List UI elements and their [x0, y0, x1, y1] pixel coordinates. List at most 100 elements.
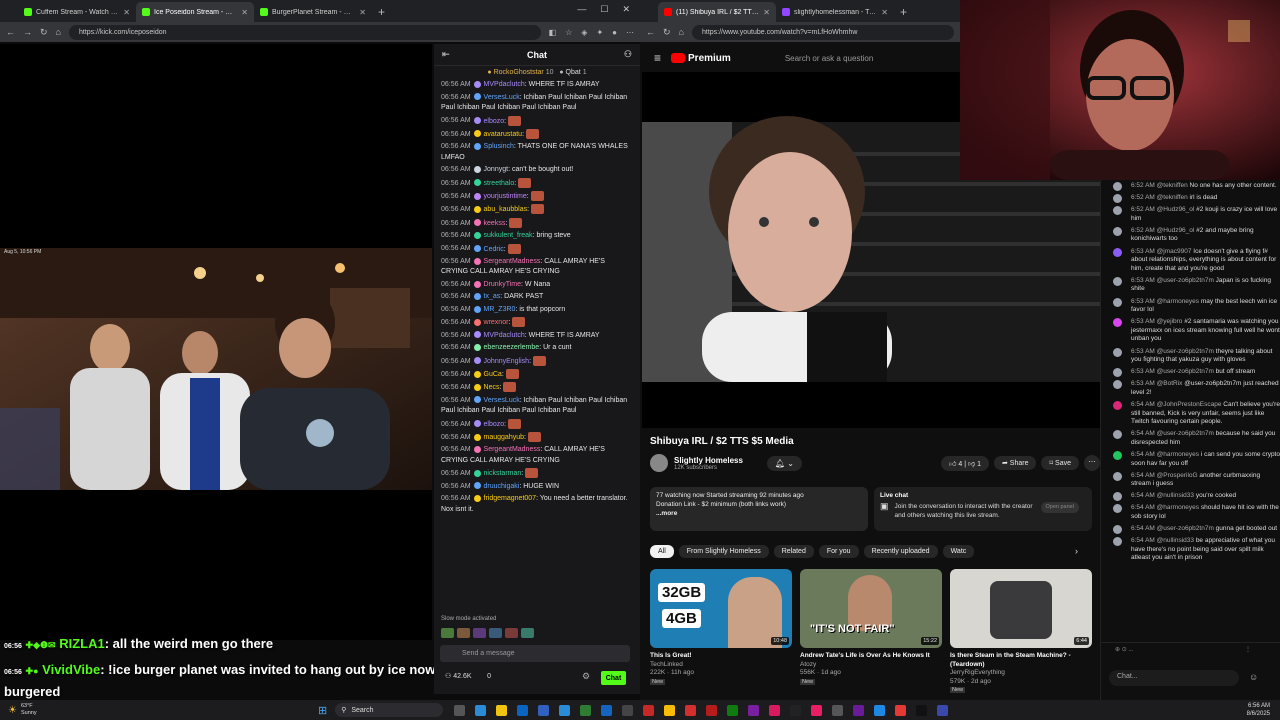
message-username[interactable]: VersesLuck: [484, 397, 520, 404]
video-player[interactable]: Aug 5, 10:56 PM: [0, 248, 432, 490]
xbox-icon[interactable]: [727, 704, 739, 716]
live-chat-author[interactable]: @jmac9907: [1157, 248, 1192, 255]
message-username[interactable]: druuchigaki: [484, 483, 520, 490]
tab-cuffem[interactable]: Cuffem Stream - Watch Live on Ki✕: [18, 2, 136, 22]
live-chat-author[interactable]: @tekniffen: [1157, 182, 1188, 189]
app-icon[interactable]: [853, 704, 865, 716]
open-panel-button[interactable]: Open panel: [1040, 502, 1079, 513]
tab-burgerplanet[interactable]: BurgerPlanet Stream - Watch ✕: [254, 2, 372, 22]
dislike-icon[interactable]: 👎︎: [968, 461, 975, 468]
tab-youtube[interactable]: (11) Shibuya IRL / $2 TTS $5 M✕: [658, 2, 776, 22]
message-username[interactable]: JohnnyEnglish: [484, 358, 530, 365]
home-icon[interactable]: ⌂: [56, 27, 61, 37]
message-username[interactable]: fridgemagnet007: [484, 495, 537, 502]
emote-icon[interactable]: [473, 628, 486, 638]
youtube-logo[interactable]: Premium: [671, 53, 731, 64]
message-username[interactable]: Necs: [484, 384, 500, 391]
app-icon[interactable]: [874, 704, 886, 716]
more-actions-icon[interactable]: ⋯: [1084, 455, 1100, 471]
app-icon[interactable]: [937, 704, 949, 716]
mail-icon[interactable]: [538, 704, 550, 716]
chip-recently-uploaded[interactable]: Recently uploaded: [863, 545, 938, 558]
message-username[interactable]: elbozo: [484, 421, 505, 428]
message-username[interactable]: mauggahyub: [484, 434, 524, 441]
app-icon[interactable]: [895, 704, 907, 716]
file-explorer-icon[interactable]: [496, 704, 508, 716]
right-url-field[interactable]: https://www.youtube.com/watch?v=mLfHoWhm…: [691, 24, 954, 40]
menu-icon[interactable]: ⋯: [626, 28, 634, 37]
live-chat-author[interactable]: @harmoneyes: [1157, 451, 1199, 458]
live-chat-input[interactable]: Chat...: [1109, 670, 1239, 686]
browser-icon[interactable]: [559, 704, 571, 716]
live-chat-author[interactable]: @nullinsid33: [1157, 492, 1194, 499]
maximize-icon[interactable]: ☐: [600, 4, 608, 16]
message-username[interactable]: sukkulent_freak: [484, 232, 533, 239]
taskbar-search[interactable]: ⚲ Search: [335, 703, 444, 717]
emote-icon[interactable]: [441, 628, 454, 638]
tab-twitch[interactable]: slightlyhomelessman - Twitch ✕: [776, 2, 894, 22]
emote-icon[interactable]: [505, 628, 518, 638]
live-chat-author[interactable]: @user-zo6pb2tn7m: [1157, 348, 1214, 355]
chip-next-icon[interactable]: ›: [1075, 546, 1078, 556]
more-link[interactable]: ...more: [656, 509, 862, 518]
forward-icon[interactable]: →: [23, 27, 32, 37]
app-icon[interactable]: [832, 704, 844, 716]
message-username[interactable]: keekss: [484, 220, 506, 227]
collapse-chat-icon[interactable]: ⇤: [442, 49, 450, 60]
live-chat-author[interactable]: @JohnPrestonEscape: [1157, 401, 1222, 408]
back-icon[interactable]: ←: [646, 27, 655, 37]
shield-icon[interactable]: ◈: [581, 28, 587, 37]
message-username[interactable]: wrexnor: [484, 319, 509, 326]
app-icon[interactable]: [811, 704, 823, 716]
message-username[interactable]: streethalo: [484, 180, 515, 187]
message-username[interactable]: SergeantMadness: [484, 446, 541, 453]
star-icon[interactable]: ☆: [565, 28, 572, 37]
minimize-icon[interactable]: —: [577, 4, 586, 16]
app-icon[interactable]: [748, 704, 760, 716]
chat-menu-icon[interactable]: ⋮: [1245, 646, 1251, 653]
windows-start-icon[interactable]: ⊞: [318, 704, 327, 717]
close-tab-icon[interactable]: ✕: [881, 8, 888, 17]
extensions-icon[interactable]: ◧: [549, 28, 557, 37]
message-username[interactable]: Splusinch: [484, 143, 514, 150]
chip-related[interactable]: Related: [773, 545, 814, 558]
message-username[interactable]: DrunkyTime: [484, 281, 521, 288]
close-tab-icon[interactable]: ✕: [359, 8, 366, 17]
app-icon[interactable]: [769, 704, 781, 716]
obs-icon[interactable]: [790, 704, 802, 716]
app-icon[interactable]: [685, 704, 697, 716]
live-chat-author[interactable]: @BotRix: [1157, 380, 1183, 387]
new-tab-button[interactable]: +: [894, 5, 913, 22]
live-chat-author[interactable]: @Hudz96_ol: [1157, 206, 1195, 213]
new-tab-button[interactable]: +: [372, 5, 391, 22]
chrome-icon[interactable]: [664, 704, 676, 716]
video-thumbnail[interactable]: 6:44: [950, 569, 1092, 648]
chip-watched[interactable]: Watc: [942, 545, 975, 558]
message-username[interactable]: Jonnygt: [484, 166, 509, 173]
send-chat-button[interactable]: Chat: [601, 671, 626, 685]
back-icon[interactable]: ←: [6, 27, 15, 37]
chip-from-channel[interactable]: From Slightly Homeless: [678, 545, 769, 558]
message-username[interactable]: ebenzeezerlembe: [484, 344, 540, 351]
message-username[interactable]: GuCa: [484, 371, 502, 378]
emote-icon[interactable]: [489, 628, 502, 638]
chat-input[interactable]: Send a message: [440, 645, 630, 662]
live-chat-author[interactable]: @Hudz96_ol: [1157, 227, 1195, 234]
live-chat-author[interactable]: @yejibro: [1157, 318, 1183, 325]
reload-icon[interactable]: ↻: [40, 27, 48, 38]
live-chat-author[interactable]: @ProsperiloG: [1157, 472, 1198, 479]
profile-icon[interactable]: ●: [612, 28, 617, 37]
task-view-icon[interactable]: [454, 704, 466, 716]
excel-icon[interactable]: [580, 704, 592, 716]
video-thumbnail[interactable]: 32GB 4GB 10:48: [650, 569, 792, 648]
live-chat-author[interactable]: @user-zo6pb2tn7m: [1157, 277, 1214, 284]
store-icon[interactable]: [517, 704, 529, 716]
reload-icon[interactable]: ↻: [663, 27, 671, 38]
share-button[interactable]: ➦ Share: [993, 456, 1037, 470]
live-chat-author[interactable]: @tekniffen: [1157, 194, 1188, 201]
message-username[interactable]: elbozo: [484, 117, 505, 124]
tab-ice-poseidon[interactable]: Ice Poseidon Stream - Watch ✕: [136, 2, 254, 22]
message-username[interactable]: MVPdaclutch: [484, 332, 525, 339]
description-box[interactable]: 77 watching now Started streaming 92 min…: [650, 487, 868, 531]
save-button[interactable]: ⌑ Save: [1041, 456, 1079, 470]
